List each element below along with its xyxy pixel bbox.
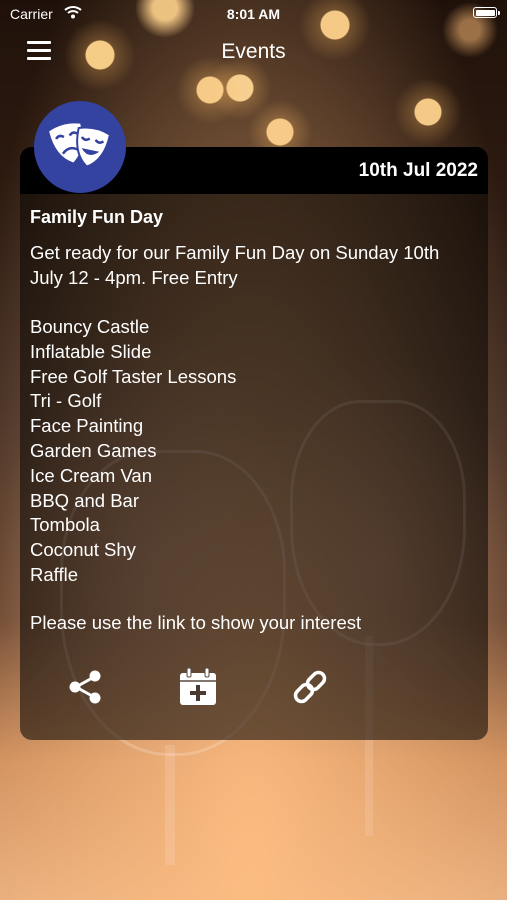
list-item: BBQ and Bar <box>30 489 140 511</box>
events-screen: Carrier 8:01 AM Events 10th Jul 2022 Fam… <box>0 0 507 900</box>
list-item: Coconut Shy <box>30 539 136 561</box>
theater-masks-icon <box>49 123 112 168</box>
list-item: Tombola <box>30 514 100 536</box>
event-intro-text: Get ready for our Family Fun Day on Sund… <box>30 242 440 288</box>
event-date: 10th Jul 2022 <box>358 160 478 181</box>
list-item: Bouncy Castle <box>30 316 150 337</box>
activity-list: Bouncy Castle Inflatable Slide Free Golf… <box>30 315 236 588</box>
page-title: Events <box>221 40 286 63</box>
list-item: Raffle <box>30 563 78 585</box>
event-link-button[interactable] <box>288 665 332 709</box>
event-cta-text: Please use the link to show your interes… <box>30 612 362 633</box>
status-bar: Carrier 8:01 AM <box>0 0 507 28</box>
background-glass-stem <box>165 745 175 865</box>
navigation-bar: Events <box>0 28 507 76</box>
list-item: Tri - Golf <box>30 390 102 412</box>
add-to-calendar-button[interactable] <box>176 665 220 709</box>
list-item: Face Painting <box>30 415 144 437</box>
event-avatar <box>34 101 126 193</box>
list-item: Garden Games <box>30 439 157 461</box>
event-actions <box>20 665 488 709</box>
share-button[interactable] <box>63 665 107 709</box>
list-item: Ice Cream Van <box>30 464 153 486</box>
link-icon <box>293 670 327 704</box>
event-card: 10th Jul 2022 Family Fun Day Get ready f… <box>20 101 488 740</box>
list-item: Inflatable Slide <box>30 340 152 362</box>
share-icon <box>69 670 101 704</box>
list-item: Free Golf Taster Lessons <box>30 365 237 387</box>
calendar-add-icon <box>180 667 216 705</box>
status-time: 8:01 AM <box>226 6 281 22</box>
battery-icon <box>473 7 500 18</box>
event-title: Family Fun Day <box>30 207 164 227</box>
